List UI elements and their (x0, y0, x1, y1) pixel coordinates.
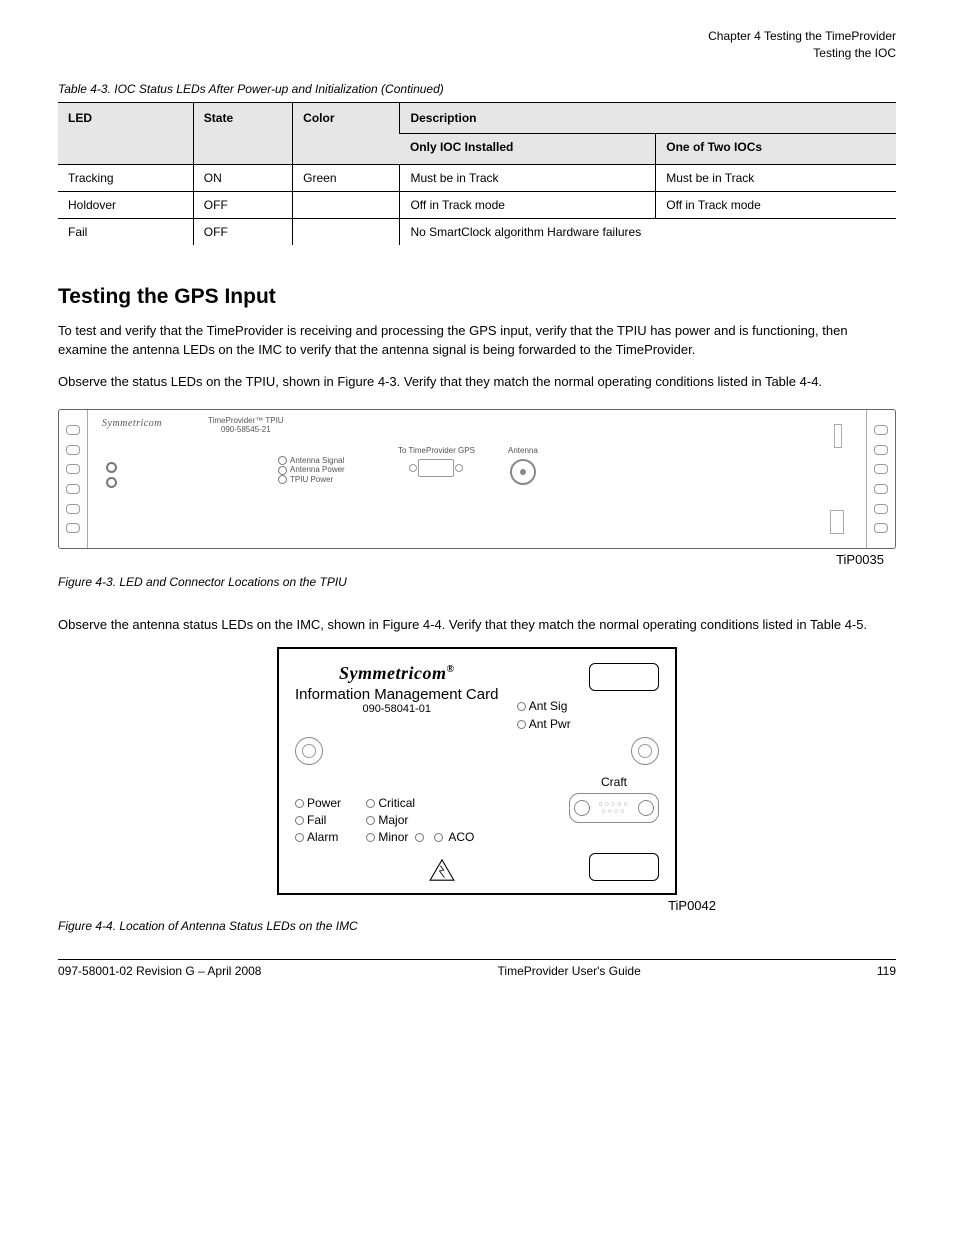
col-desc-oneoftwo: One of Two IOCs (656, 133, 896, 164)
page-footer: 097-58001-02 Revision G – April 2008 Tim… (58, 959, 896, 978)
imc-card-panel: Symmetricom® Information Management Card… (277, 647, 677, 895)
section-label: Testing the IOC (58, 45, 896, 62)
figure-imc: Symmetricom® Information Management Card… (58, 647, 896, 913)
led-icon (517, 702, 526, 711)
rack-ear-right (867, 410, 895, 548)
led-icon (278, 456, 287, 465)
tpiu-panel: Symmetricom TimeProvider™ TPIU 090-58545… (87, 410, 867, 548)
led-icon (295, 816, 304, 825)
figure-id: TiP0035 (58, 552, 884, 567)
ant-pwr-label: Ant Pwr (529, 717, 571, 731)
page-header: Chapter 4 Testing the TimeProvider Testi… (58, 28, 896, 62)
brand-logo: Symmetricom (102, 418, 162, 429)
led-icon (295, 799, 304, 808)
ground-terminal-icon (106, 477, 120, 488)
led-icon (415, 833, 424, 842)
screw-block-icon (830, 510, 844, 534)
slot-icon (834, 424, 842, 448)
model-label: TimeProvider™ TPIU (208, 416, 284, 425)
footer-left: 097-58001-02 Revision G – April 2008 (58, 964, 261, 978)
led-icon (366, 816, 375, 825)
aco-label: ACO (448, 830, 474, 844)
tpiu-power-label: TPIU Power (290, 475, 333, 484)
rj-port-icon (418, 459, 454, 477)
rack-ear-left (59, 410, 87, 548)
esd-warning-icon (429, 859, 455, 881)
craft-label: Craft (569, 775, 659, 789)
eject-tab-icon (589, 663, 659, 691)
thumbscrew-icon (631, 737, 659, 765)
antenna-power-label: Antenna Power (290, 465, 345, 474)
led-icon (278, 466, 287, 475)
ant-sig-label: Ant Sig (529, 699, 568, 713)
figure-id: TiP0042 (58, 898, 716, 913)
minor-label: Minor (378, 830, 408, 844)
body-text: To test and verify that the TimeProvider… (58, 321, 896, 360)
eject-tab-icon (589, 853, 659, 881)
table-caption: Table 4-3. IOC Status LEDs After Power-u… (58, 82, 896, 96)
figure-caption: Figure 4-4. Location of Antenna Status L… (58, 919, 896, 933)
tnc-connector-icon (510, 459, 536, 485)
card-part: 090-58041-01 (295, 703, 498, 715)
antenna-signal-label: Antenna Signal (290, 456, 344, 465)
body-text: Observe the status LEDs on the TPIU, sho… (58, 372, 896, 392)
power-label: Power (307, 796, 341, 810)
part-label: 090-58545-21 (208, 425, 284, 434)
body-text: Observe the antenna status LEDs on the I… (58, 615, 896, 635)
col-desc: Description (400, 102, 896, 133)
footer-center: TimeProvider User's Guide (498, 964, 641, 978)
figure-caption: Figure 4-3. LED and Connector Locations … (58, 575, 896, 589)
col-desc-only: Only IOC Installed (400, 133, 656, 164)
serial-port-icon: ○○○○○○○○○ (569, 793, 659, 823)
col-color: Color (293, 102, 400, 164)
table-row: Fail OFF No SmartClock algorithm Hardwar… (58, 218, 896, 245)
footer-right: 119 (877, 964, 896, 978)
led-icon (295, 833, 304, 842)
card-title: Information Management Card (295, 686, 498, 703)
brand-logo: Symmetricom® (295, 663, 498, 684)
alarm-label: Alarm (307, 830, 338, 844)
figure-tpiu: Symmetricom TimeProvider™ TPIU 090-58545… (58, 409, 896, 567)
led-icon (434, 833, 443, 842)
fail-label: Fail (307, 813, 326, 827)
thumbscrew-icon (295, 737, 323, 765)
chapter-label: Chapter 4 Testing the TimeProvider (58, 28, 896, 45)
antenna-port-label: Antenna (508, 446, 538, 455)
major-label: Major (378, 813, 408, 827)
gps-port-label: To TimeProvider GPS (398, 446, 475, 455)
col-led: LED (58, 102, 193, 164)
col-state: State (193, 102, 292, 164)
led-icon (366, 833, 375, 842)
ioc-status-led-table: LED State Color Description Only IOC Ins… (58, 102, 896, 245)
critical-label: Critical (378, 796, 415, 810)
section-heading: Testing the GPS Input (58, 285, 896, 309)
power-terminal-icon (106, 462, 120, 473)
led-icon (366, 799, 375, 808)
led-icon (517, 720, 526, 729)
table-row: Tracking ON Green Must be in Track Must … (58, 164, 896, 191)
led-icon (278, 475, 287, 484)
table-row: Holdover OFF Off in Track mode Off in Tr… (58, 191, 896, 218)
